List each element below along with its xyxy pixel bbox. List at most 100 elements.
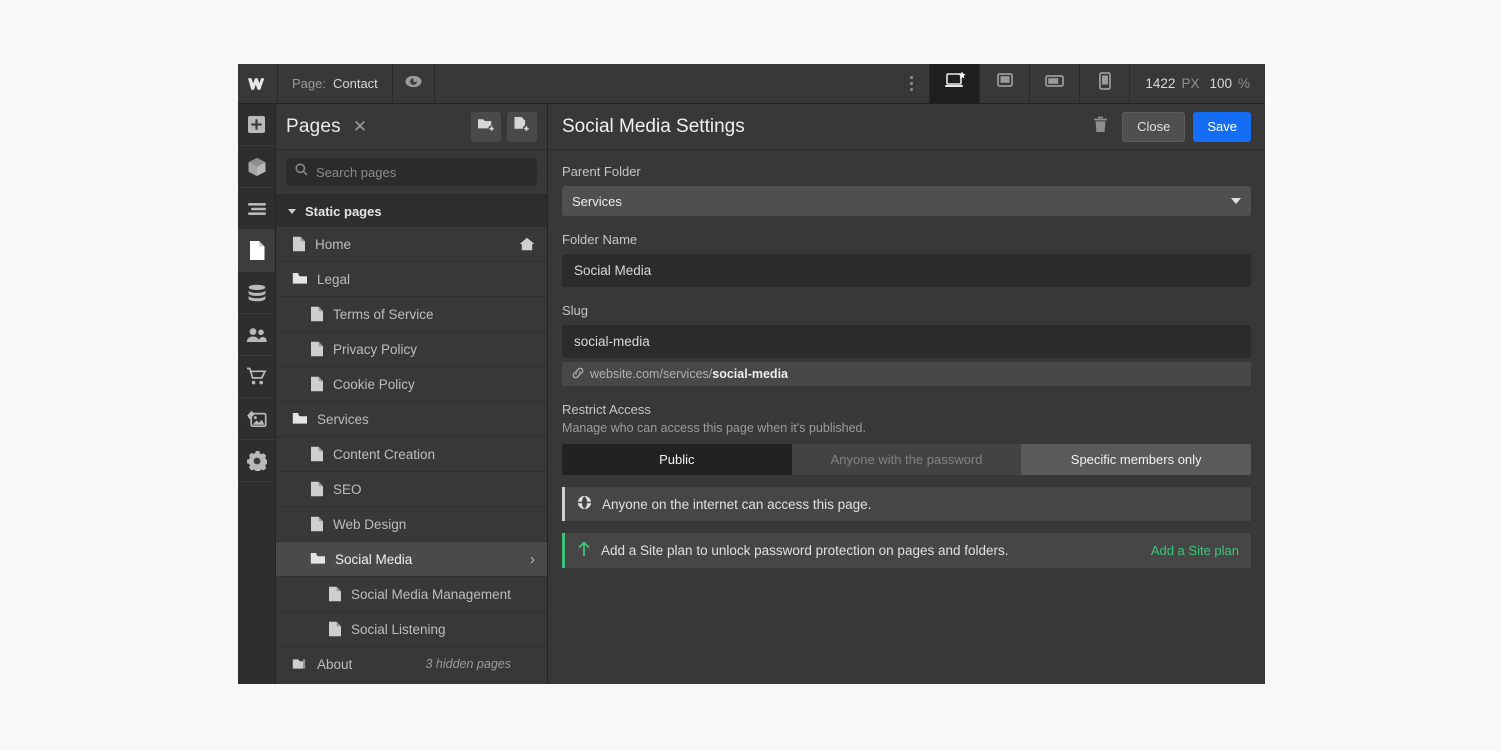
rail-item-ecommerce[interactable] [238,356,275,398]
slug-input[interactable]: social-media [562,325,1251,358]
rail-item-navigator[interactable] [238,188,275,230]
pages-panel-header: Pages ✕ [276,104,547,150]
page-icon [328,621,342,637]
mobile-portrait-viewport-icon [1097,71,1113,96]
more-options-button[interactable] [893,64,929,103]
pages-panel-title: Pages [286,115,341,137]
save-button[interactable]: Save [1193,111,1251,142]
chevron-right-icon[interactable]: › [530,552,535,567]
settings-header: Social Media Settings Close Save [548,104,1265,150]
page-row-seo[interactable]: SEO [276,472,547,507]
search-input[interactable] [316,164,528,180]
rail-item-settings[interactable] [238,440,275,482]
images-icon [246,410,267,428]
viewport-mobile-landscape-button[interactable] [1029,64,1079,103]
page-row-terms-of-service[interactable]: Terms of Service [276,297,547,332]
close-icon[interactable]: ✕ [353,118,367,135]
arrow-up-icon [577,541,591,560]
current-page-indicator[interactable]: Page: Contact [278,64,393,103]
top-bar-spacer [435,64,894,103]
preview-toggle-button[interactable] [393,64,435,103]
more-options-icon [909,76,913,79]
search-pages-field[interactable] [286,158,537,186]
rail-item-cms[interactable] [238,272,275,314]
new-page-button[interactable] [507,111,537,142]
folder-name-input[interactable]: Social Media [562,254,1251,287]
page-row-label: Content Creation [333,446,436,462]
parent-folder-select[interactable]: Services [562,186,1251,216]
page-icon [310,341,324,357]
rail-item-assets[interactable] [238,398,275,440]
viewport-mobile-portrait-button[interactable] [1079,64,1129,103]
page-prefix-label: Page: [292,76,326,91]
parent-folder-label: Parent Folder [562,164,641,179]
new-folder-icon [477,116,496,138]
page-row-label: Cookie Policy [333,376,415,392]
page-row-label: Services [317,411,369,427]
public-access-notice: Anyone on the internet can access this p… [562,487,1251,521]
url-base: website.com/services/ [590,367,713,381]
link-icon [572,367,584,382]
page-row-label: SEO [333,481,362,497]
page-row-social-media-management[interactable]: Social Media Management [276,577,547,612]
close-button[interactable]: Close [1122,111,1186,142]
folder-icon [292,272,308,286]
add-site-plan-link[interactable]: Add a Site plan [1151,543,1239,558]
url-slug: social-media [712,367,788,381]
page-row-label: Terms of Service [333,306,434,322]
canvas-size-zoom-indicator[interactable]: 1422 PX 100 % [1129,64,1265,103]
viewport-tablet-button[interactable] [979,64,1029,103]
page-name-label: Contact [332,76,378,91]
restrict-access-description: Manage who can access this page when it'… [562,421,866,435]
page-row-cookie-policy[interactable]: Cookie Policy [276,367,547,402]
new-folder-button[interactable] [471,111,501,142]
globe-icon [577,495,592,513]
rail-item-pages[interactable] [238,230,275,272]
page-row-label: Social Media [335,551,413,567]
canvas-width-value: 1422 [1145,76,1176,91]
site-plan-notice: Add a Site plan to unlock password prote… [562,533,1251,568]
new-page-icon [513,116,531,138]
page-row-content-creation[interactable]: Content Creation [276,437,547,472]
trash-icon [1093,116,1108,138]
page-icon [328,586,342,602]
rail-item-users[interactable] [238,314,275,356]
plus-square-icon [247,115,266,134]
access-segmented-control: Public Anyone with the password Specific m… [562,444,1251,475]
page-icon [248,240,266,261]
static-pages-section-header[interactable]: Static pages [276,195,547,227]
page-row-social-listening[interactable]: Social Listening [276,612,547,647]
delete-folder-button[interactable] [1093,116,1108,138]
page-row-legal[interactable]: Legal [276,262,547,297]
page-row-web-design[interactable]: Web Design [276,507,547,542]
mobile-landscape-viewport-icon [1044,73,1066,94]
restrict-access-label: Restrict Access [562,402,651,417]
page-row-about[interactable]: About 3 hidden pages [276,647,547,682]
rail-item-add-elements[interactable] [238,104,275,146]
viewport-desktop-button[interactable] [929,64,980,103]
static-pages-label: Static pages [305,203,382,219]
page-row-social-media[interactable]: Social Media › [276,542,547,577]
webflow-logo-icon [247,77,268,91]
page-row-label: Social Listening [351,621,446,637]
page-icon [292,236,306,252]
folder-name-label: Folder Name [562,232,638,247]
webflow-logo-button[interactable] [238,64,278,103]
zoom-unit: % [1237,76,1250,91]
page-row-label: Legal [317,271,351,287]
access-option-public[interactable]: Public [562,444,792,475]
rail-item-components[interactable] [238,146,275,188]
pages-list: Static pages Home Legal Terms of Service Pr… [276,195,547,684]
page-row-services[interactable]: Services [276,402,547,437]
home-icon [519,237,535,251]
shopping-cart-icon [246,367,267,386]
access-option-specific-members-only[interactable]: Specific members only [1021,444,1251,475]
gear-icon [246,450,267,471]
page-row-label: Web Design [333,516,407,532]
folder-settings-panel: Social Media Settings Close Save Parent … [548,104,1265,684]
chevron-down-icon [288,208,296,214]
page-row-home[interactable]: Home [276,227,547,262]
url-preview: website.com/services/ social-media [562,362,1251,386]
page-row-privacy-policy[interactable]: Privacy Policy [276,332,547,367]
access-option-anyone-with-the-password[interactable]: Anyone with the password [791,444,1022,475]
